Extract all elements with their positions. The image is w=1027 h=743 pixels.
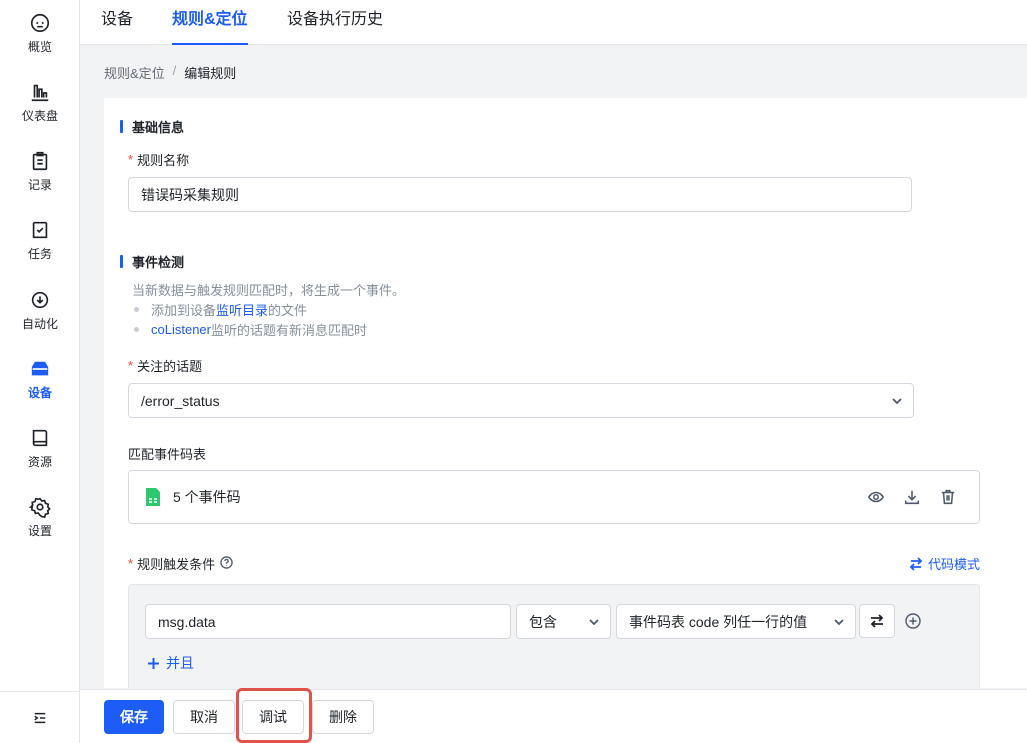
top-tabs: 设备 规则&定位 设备执行历史 [80, 0, 1027, 45]
sidebar: 概览 仪表盘 记录 任务 自动化 设备 资源 设置 [0, 0, 80, 743]
tab-rules-locations[interactable]: 规则&定位 [172, 0, 248, 45]
watch-dir-link[interactable]: 监听目录 [216, 300, 268, 319]
gear-icon [29, 497, 51, 518]
eye-icon[interactable] [867, 488, 885, 506]
colistener-link[interactable]: coListener [151, 322, 211, 337]
sidebar-item-records[interactable]: 记录 [0, 150, 80, 210]
automation-icon [31, 291, 49, 309]
trigger-condition-label-text: 规则触发条件 [137, 557, 216, 572]
breadcrumb: 规则&定位 / 编辑规则 [104, 63, 236, 82]
chevron-down-icon [834, 618, 844, 625]
trigger-condition-label: * 规则触发条件 [128, 554, 233, 573]
breadcrumb-parent[interactable]: 规则&定位 [104, 63, 165, 82]
bullet-text: 添加到设备 [151, 303, 217, 318]
swap-arrows-icon [909, 556, 923, 571]
sidebar-item-settings[interactable]: 设置 [0, 496, 80, 556]
rule-name-label-text: 规则名称 [137, 153, 190, 168]
rule-name-input[interactable]: 错误码采集规则 [128, 177, 912, 212]
bullet-dot [134, 307, 139, 312]
book-icon [32, 429, 48, 447]
device-icon [31, 361, 49, 376]
bar-chart-icon [31, 84, 49, 102]
download-icon[interactable] [903, 488, 921, 506]
required-mark: * [128, 556, 134, 571]
condition-operator-value: 包含 [529, 613, 557, 630]
sidebar-item-label: 设备 [27, 386, 52, 400]
condition-value-select[interactable]: 事件码表 code 列任一行的值 [616, 604, 856, 639]
basic-info-title: 基础信息 [120, 117, 184, 136]
collapse-icon [34, 712, 46, 723]
bullet-watch-dir: 添加到设备 监听目录 的文件 [132, 300, 307, 319]
delete-button[interactable]: 删除 [312, 700, 374, 734]
footer-actions: 保存 取消 调试 删除 [80, 688, 1027, 743]
plus-circle-icon [905, 613, 921, 629]
condition-field-input[interactable]: msg.data [145, 604, 511, 639]
condition-operator-select[interactable]: 包含 [516, 604, 611, 639]
topic-label-text: 关注的话题 [137, 359, 203, 374]
required-mark: * [128, 152, 134, 167]
chevron-down-icon [589, 618, 599, 625]
robot-icon [30, 13, 50, 33]
and-label: 并且 [166, 655, 194, 671]
spreadsheet-file-icon [146, 488, 160, 506]
add-condition-button[interactable] [904, 612, 922, 630]
task-icon [32, 221, 48, 239]
trash-icon[interactable] [939, 488, 957, 506]
rule-form-card: 基础信息 * 规则名称 错误码采集规则 事件检测 当新数据与触发规则匹配时，将生… [104, 98, 1027, 688]
event-codes-box: 5 个事件码 [128, 470, 980, 524]
tab-devices[interactable]: 设备 [101, 0, 133, 45]
sidebar-item-dashboard[interactable]: 仪表盘 [0, 81, 80, 141]
bullet-colistener: coListener 监听的话题有新消息匹配时 [132, 320, 367, 339]
sidebar-item-label: 设置 [27, 524, 52, 538]
chevron-down-icon [892, 397, 902, 404]
bullet-text: 的文件 [268, 303, 308, 318]
plus-icon [148, 657, 159, 669]
debug-button[interactable]: 调试 [242, 700, 304, 734]
cancel-button[interactable]: 取消 [173, 700, 235, 734]
help-icon[interactable] [215, 555, 233, 572]
event-detection-title: 事件检测 [120, 252, 184, 271]
bullet-text: 监听的话题有新消息匹配时 [210, 323, 367, 338]
code-mode-toggle[interactable]: 代码模式 [909, 554, 980, 573]
trigger-condition-box: msg.data 包含 事件码表 code 列任一行的值 并且 [128, 584, 980, 688]
required-mark: * [128, 358, 134, 373]
code-mode-label: 代码模式 [927, 557, 980, 572]
breadcrumb-separator: / [172, 63, 177, 78]
swap-arrows-icon [870, 614, 884, 628]
breadcrumb-current: 编辑规则 [184, 66, 237, 81]
event-codes-label: 匹配事件码表 [128, 447, 207, 462]
topic-label: * 关注的话题 [128, 356, 202, 375]
sidebar-item-label: 仪表盘 [21, 109, 58, 123]
event-codes-count: 5 个事件码 [173, 489, 241, 505]
add-and-condition-button[interactable]: 并且 [147, 653, 194, 673]
sidebar-item-label: 任务 [27, 247, 52, 261]
sidebar-item-label: 概览 [27, 40, 52, 54]
rule-name-label: * 规则名称 [128, 150, 189, 169]
sidebar-item-label: 自动化 [21, 317, 58, 331]
sidebar-item-label: 资源 [27, 455, 52, 469]
event-description: 当新数据与触发规则匹配时，将生成一个事件。 [132, 283, 406, 298]
clipboard-icon [32, 151, 48, 171]
topic-select-value: /error_status [141, 392, 220, 409]
save-button[interactable]: 保存 [104, 700, 164, 734]
sidebar-item-automation[interactable]: 自动化 [0, 289, 80, 349]
event-codes-actions [867, 488, 957, 506]
tab-device-history[interactable]: 设备执行历史 [287, 0, 383, 45]
sidebar-item-label: 记录 [27, 178, 52, 192]
sidebar-item-devices[interactable]: 设备 [0, 358, 80, 418]
swap-value-mode-button[interactable] [859, 604, 895, 638]
condition-value-text: 事件码表 code 列任一行的值 [629, 613, 808, 630]
sidebar-item-resources[interactable]: 资源 [0, 427, 80, 487]
sidebar-item-overview[interactable]: 概览 [0, 12, 80, 72]
topic-select[interactable]: /error_status [128, 383, 914, 418]
collapse-sidebar-button[interactable] [0, 691, 80, 743]
bullet-dot [134, 327, 139, 332]
sidebar-item-tasks[interactable]: 任务 [0, 219, 80, 279]
